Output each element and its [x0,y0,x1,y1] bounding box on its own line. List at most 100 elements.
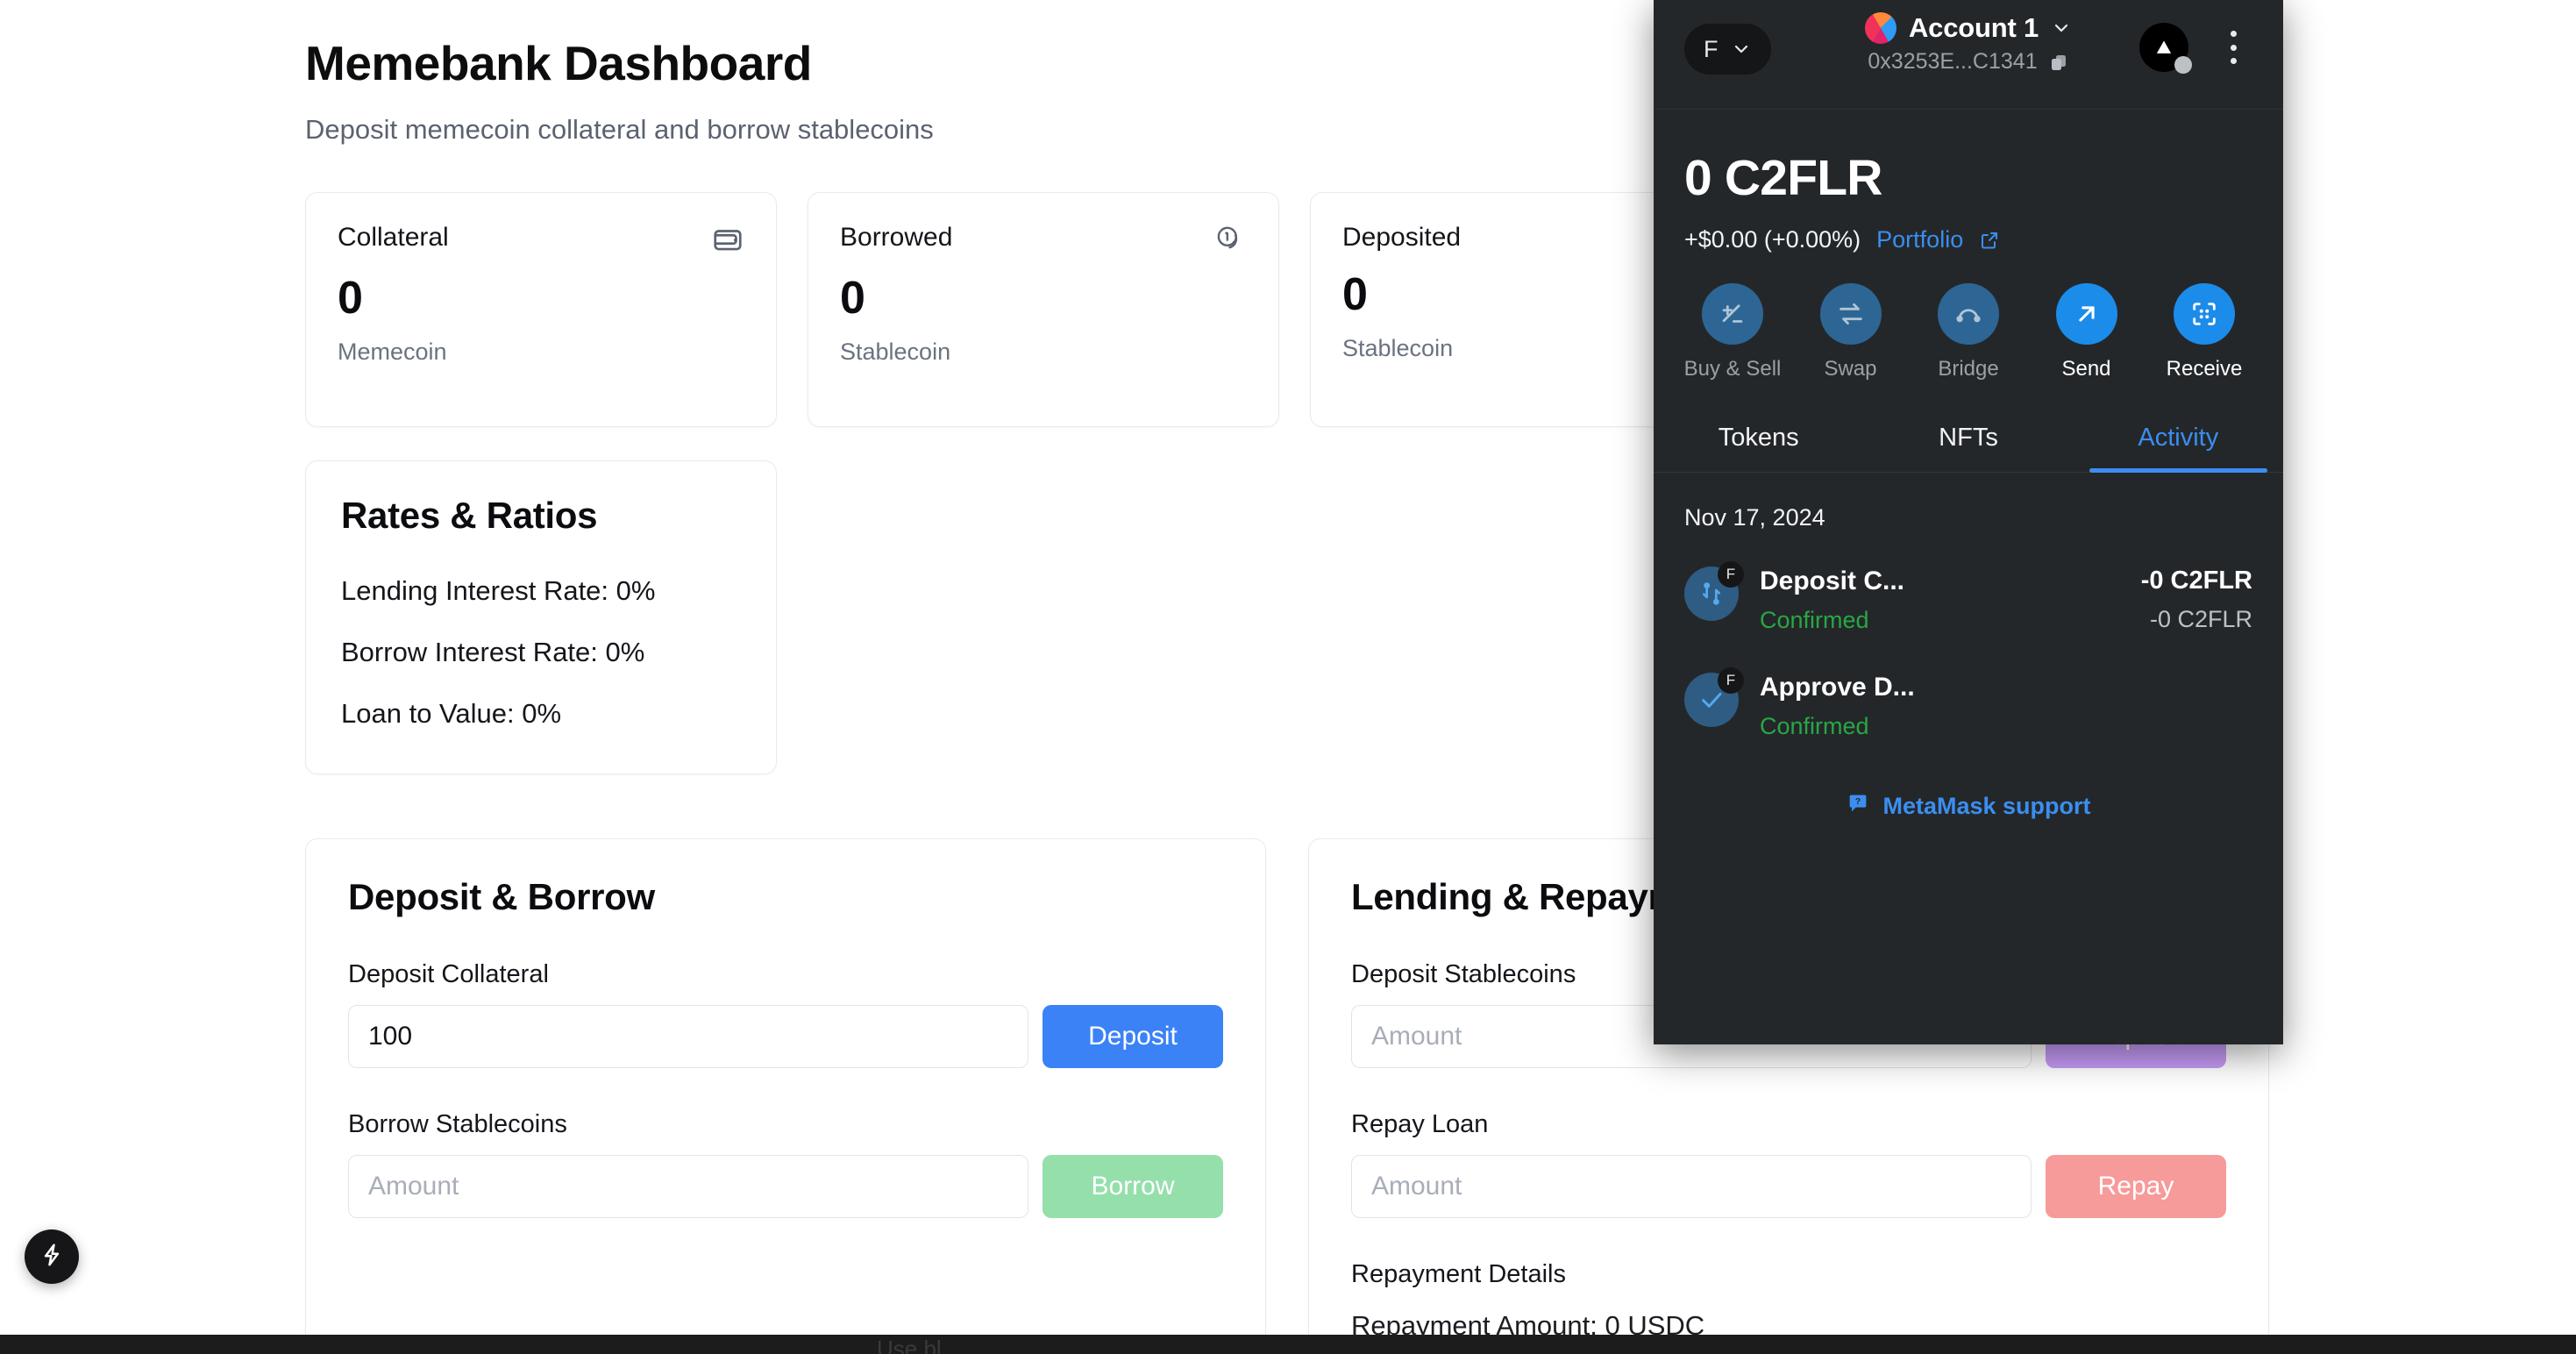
bridge-action[interactable]: Bridge [1916,283,2021,381]
activity-amounts: -0 C2FLR -0 C2FLR [2141,567,2252,633]
stat-card-borrowed: Borrowed 0 Stablecoin [808,192,1279,427]
activity-icon-wrap: F [1684,561,1744,621]
send-action[interactable]: Send [2034,283,2139,381]
panel-title: Deposit & Borrow [348,876,655,917]
deposit-collateral-input[interactable] [348,1005,1028,1068]
bottom-status-strip: Use bl [0,1335,2576,1354]
activity-title: Deposit C... [1760,567,1905,595]
activity-date-header: Nov 17, 2024 [1684,504,1825,531]
activity-icon-wrap: F [1684,667,1744,727]
activity-status: Confirmed [1760,713,1869,739]
stat-card-collateral: Collateral 0 Memecoin [305,192,777,427]
deposit-collateral-row: Deposit [348,1005,1223,1068]
triangle-glyph [2156,40,2172,53]
account-name: Account 1 [1908,12,2039,43]
activity-row[interactable]: F Approve D... Confirmed [1684,653,2252,759]
arrow-up-right-icon [2055,283,2117,345]
stat-label: Deposited [1342,223,1462,252]
activity-row[interactable]: F Deposit C... Confirmed -0 C2FLR -0 C2F… [1684,547,2252,653]
deposit-collateral-button[interactable]: Deposit [1042,1005,1223,1068]
kebab-dot [2230,44,2237,51]
borrow-stablecoins-input[interactable] [348,1155,1028,1218]
bridge-arc-icon [1938,283,1999,345]
wallet-icon [711,223,744,256]
app-root: Memebank Dashboard Deposit memecoin coll… [0,0,2576,1354]
repay-loan-row: Repay [1351,1155,2226,1218]
swap-label: Swap [1824,357,1877,381]
balance-block: 0 C2FLR +$0.00 (+0.00%) Portfolio [1654,110,2283,253]
repayment-details-title: Repayment Details [1351,1260,1566,1288]
bottom-strip-text: Use bl [877,1336,942,1354]
network-badge: F [1718,561,1744,588]
more-options-button[interactable] [2214,25,2252,70]
rates-list: Lending Interest Rate: 0% Borrow Interes… [341,575,741,730]
repay-loan-input[interactable] [1351,1155,2032,1218]
activity-status: Confirmed [1760,607,1869,633]
rates-item-borrow: Borrow Interest Rate: 0% [341,637,645,667]
borrow-button[interactable]: Borrow [1042,1155,1223,1218]
stat-card-header: Collateral [338,223,744,256]
activity-list: F Deposit C... Confirmed -0 C2FLR -0 C2F… [1654,531,2283,822]
account-address-copy[interactable]: 0x3253E...C1341 [1868,49,2068,75]
stat-label: Borrowed [840,223,953,252]
wallet-actions-row: Buy & Sell Swap Bridge Send Receive [1654,253,2283,381]
rates-item-lending: Lending Interest Rate: 0% [341,575,656,606]
borrow-stablecoins-group: Borrow Stablecoins Borrow [348,1110,1223,1218]
kebab-dot [2230,58,2237,64]
account-selector[interactable]: Account 1 [1864,12,2072,44]
rates-item-ltv: Loan to Value: 0% [341,698,562,729]
activity-amount-secondary: -0 C2FLR [2149,606,2252,632]
buy-sell-action[interactable]: Buy & Sell [1680,283,1785,381]
stat-value: 0 [840,273,865,324]
send-label: Send [2061,357,2111,381]
metamask-support-link[interactable]: ? MetaMask support [1684,791,2252,822]
activity-text: Deposit C... Confirmed [1760,567,2120,634]
coins-icon [1213,223,1247,256]
receive-label: Receive [2166,357,2243,381]
swap-action[interactable]: Swap [1798,283,1904,381]
external-link-icon[interactable] [1979,230,2000,251]
buy-sell-label: Buy & Sell [1683,357,1782,381]
portfolio-link[interactable]: Portfolio [1876,226,1963,253]
metamask-header: F Account 1 0x3253E...C1341 [1654,0,2283,110]
repay-loan-group: Repay Loan Repay [1351,1110,2226,1218]
plus-minus-icon [1702,283,1763,345]
stat-label: Collateral [338,223,449,252]
metamask-popup: F Account 1 0x3253E...C1341 0 C2FLR +$0.… [1654,0,2283,1044]
tab-tokens[interactable]: Tokens [1654,411,1863,472]
tab-activity[interactable]: Activity [2074,411,2283,473]
chevron-down-icon [2051,18,2072,39]
help-chat-icon: ? [1846,791,1870,822]
rates-and-ratios-card: Rates & Ratios Lending Interest Rate: 0%… [305,460,777,774]
balance-amount: 0 C2FLR [1684,150,1882,206]
bridge-label: Bridge [1938,357,1999,381]
copy-icon [2048,52,2069,73]
swap-arrows-icon [1819,283,1882,345]
stat-card-header: Borrowed [840,223,1247,256]
stat-value: 0 [338,273,363,324]
stat-unit: Stablecoin [840,338,951,365]
avatar [1864,12,1896,44]
receive-action[interactable]: Receive [2152,283,2257,381]
tab-nfts[interactable]: NFTs [1863,411,2073,472]
activity-amount: -0 C2FLR [2140,567,2252,595]
kebab-dot [2230,31,2237,37]
svg-text:?: ? [1855,796,1861,807]
lightning-bolt-icon [39,1242,65,1272]
balance-delta: +$0.00 (+0.00%) [1684,226,1861,253]
activity-text: Approve D... Confirmed [1760,673,2231,740]
scan-qr-icon [2174,283,2235,345]
repay-button[interactable]: Repay [2046,1155,2226,1218]
deposit-collateral-label: Deposit Collateral [348,960,549,988]
connection-status-dot [2174,56,2192,74]
account-address: 0x3253E...C1341 [1868,49,2038,74]
deposit-borrow-panel: Deposit & Borrow Deposit Collateral Depo… [305,838,1266,1354]
deposit-collateral-group: Deposit Collateral Deposit [348,960,1223,1068]
activity-title: Approve D... [1760,673,1915,702]
rates-title: Rates & Ratios [341,495,598,536]
borrow-stablecoins-label: Borrow Stablecoins [348,1110,567,1138]
lightning-badge-button[interactable] [25,1229,79,1284]
network-badge: F [1718,667,1744,694]
metamask-support-label: MetaMask support [1882,793,2091,819]
balance-delta-row: +$0.00 (+0.00%) Portfolio [1684,226,2252,253]
